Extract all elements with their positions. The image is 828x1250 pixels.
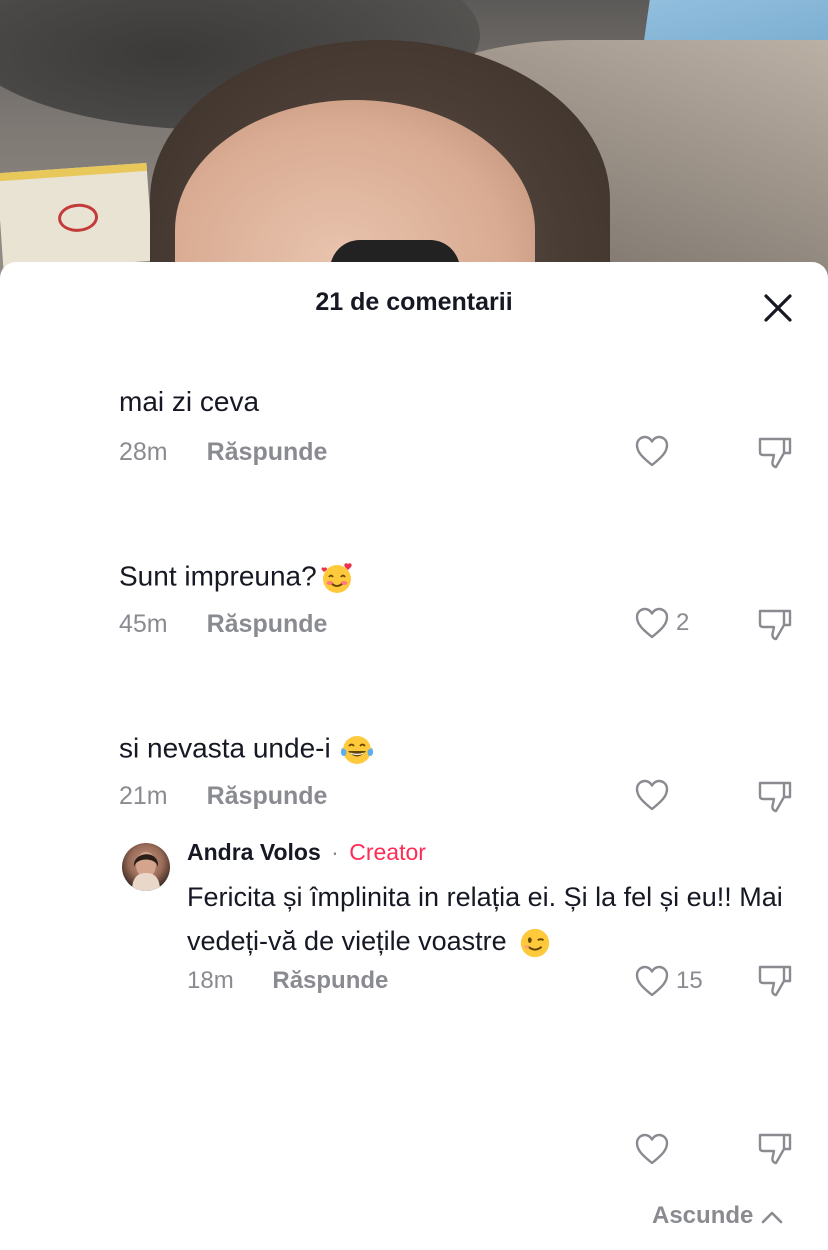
like-button[interactable]: 2 bbox=[634, 606, 689, 640]
dislike-icon[interactable] bbox=[756, 778, 794, 814]
reply-button[interactable]: Răspunde bbox=[272, 967, 388, 995]
hide-replies-button[interactable]: Ascunde bbox=[652, 1202, 784, 1230]
reply-time: 18m bbox=[187, 967, 234, 994]
comment-time: 28m bbox=[119, 438, 168, 466]
heart-icon bbox=[635, 779, 669, 811]
comment-text-content: si nevasta unde-i bbox=[119, 732, 331, 764]
avatar[interactable] bbox=[122, 843, 170, 891]
avatar-image bbox=[132, 852, 160, 891]
comment-time: 45m bbox=[119, 610, 168, 638]
winking-face-icon bbox=[521, 928, 550, 958]
comment-text: Sunt impreuna? bbox=[119, 560, 355, 596]
reply-meta: 18m Răspunde bbox=[187, 967, 388, 995]
comment-meta: 21m Răspunde bbox=[119, 782, 327, 811]
warning-sign-icon bbox=[57, 202, 99, 234]
like-count: 15 bbox=[676, 967, 703, 994]
comment-meta: 45m Răspunde bbox=[119, 610, 327, 639]
comment-time: 21m bbox=[119, 782, 168, 810]
reply-author-line: Andra Volos · Creator bbox=[187, 839, 426, 866]
like-button[interactable]: 15 bbox=[634, 964, 703, 998]
comment-text: si nevasta unde-i bbox=[119, 732, 375, 768]
like-count: 2 bbox=[676, 609, 690, 636]
smiling-face-with-hearts-icon bbox=[321, 563, 352, 593]
like-button[interactable] bbox=[634, 1132, 670, 1166]
close-icon[interactable] bbox=[758, 288, 798, 328]
like-button[interactable] bbox=[634, 434, 670, 468]
reply-button[interactable]: Răspunde bbox=[207, 610, 328, 639]
comment-text: mai zi ceva bbox=[119, 386, 260, 417]
heart-icon bbox=[635, 435, 669, 467]
separator-dot: · bbox=[331, 839, 339, 865]
author-name[interactable]: Andra Volos bbox=[187, 839, 321, 865]
chevron-up-icon bbox=[761, 1211, 783, 1223]
dislike-icon[interactable] bbox=[756, 434, 794, 470]
airbag-sticker bbox=[0, 162, 154, 272]
hide-replies-label: Ascunde bbox=[652, 1202, 754, 1229]
heart-icon bbox=[635, 607, 669, 639]
heart-icon bbox=[635, 965, 669, 997]
comments-count-title: 21 de comentarii bbox=[315, 288, 513, 316]
comments-sheet: 21 de comentarii mai zi ceva 28m Răspund… bbox=[0, 262, 828, 1250]
dislike-icon[interactable] bbox=[756, 962, 794, 998]
reply-button[interactable]: Răspunde bbox=[207, 782, 328, 811]
reply-text: Fericita și împlinita in relația ei. Și … bbox=[187, 875, 787, 963]
dislike-icon[interactable] bbox=[756, 606, 794, 642]
dislike-icon[interactable] bbox=[756, 1130, 794, 1166]
video-background bbox=[0, 0, 828, 300]
comment-meta: 28m Răspunde bbox=[119, 438, 327, 467]
comment-text-content: Sunt impreuna? bbox=[119, 560, 317, 592]
creator-badge: Creator bbox=[349, 839, 426, 865]
heart-icon bbox=[635, 1133, 669, 1165]
face-with-tears-of-joy-icon bbox=[340, 736, 373, 764]
like-button[interactable] bbox=[634, 778, 670, 812]
reply-text-content: Fericita și împlinita in relația ei. Și … bbox=[187, 882, 783, 956]
reply-button[interactable]: Răspunde bbox=[207, 438, 328, 467]
